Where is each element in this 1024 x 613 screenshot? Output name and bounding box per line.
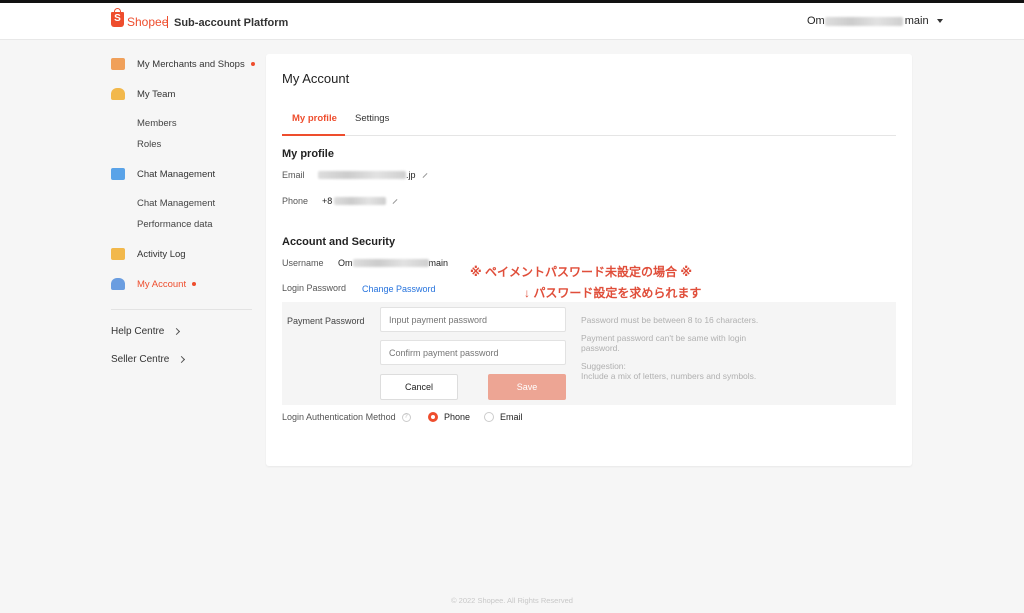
cancel-button[interactable]: Cancel — [380, 374, 458, 400]
auth-radio-phone[interactable]: Phone — [428, 412, 470, 422]
phone-label: Phone — [282, 196, 309, 206]
sidebar-sub-performance[interactable]: Performance data — [137, 219, 213, 230]
shopee-logo-icon[interactable]: S — [111, 8, 124, 27]
payment-password-panel: Payment Password Cancel Save Password mu… — [282, 302, 896, 405]
sidebar-item-label: Chat Management — [137, 168, 216, 180]
notification-dot — [250, 62, 255, 66]
edit-email-icon[interactable] — [422, 172, 427, 178]
active-tab-underline — [282, 134, 345, 136]
sidebar: My Merchants and Shops My Team Members R… — [0, 40, 260, 600]
seller-centre-label: Seller Centre — [111, 354, 170, 365]
user-name-suffix: main — [904, 15, 929, 27]
footer-copyright: © 2022 Shopee. All Rights Reserved — [451, 596, 573, 605]
header-bar: S Shopee Sub-account Platform Om main — [0, 3, 1024, 40]
user-menu[interactable]: Om main — [807, 15, 943, 27]
redacted-email — [318, 171, 406, 179]
edit-phone-icon[interactable] — [392, 198, 398, 204]
username-suffix: main — [428, 258, 449, 268]
tab-my-profile[interactable]: My profile — [292, 113, 337, 124]
chevron-right-icon — [178, 355, 186, 364]
log-icon — [111, 248, 125, 260]
tab-settings[interactable]: Settings — [355, 113, 389, 124]
phone-prefix: +8 — [322, 196, 333, 206]
annotation-line-2: ↓ パスワード設定を求められます — [524, 286, 702, 300]
platform-title: Sub-account Platform — [174, 17, 289, 29]
save-button[interactable]: Save — [488, 374, 566, 400]
account-card: My Account My profile Settings My profil… — [266, 54, 912, 466]
username-value: Om main — [338, 258, 448, 268]
auth-method-text: Login Authentication Method — [282, 412, 396, 422]
annotation-line-1: ※ ペイメントパスワード未設定の場合 ※ — [470, 265, 693, 279]
radio-unselected-icon[interactable] — [484, 412, 494, 422]
question-icon[interactable]: ? — [401, 412, 411, 422]
chevron-right-icon — [173, 327, 181, 336]
sidebar-item-chat[interactable]: Chat Management — [111, 168, 215, 180]
sidebar-item-activity-log[interactable]: Activity Log — [111, 248, 186, 260]
hint-suggestion-title: Suggestion: — [581, 361, 626, 371]
security-section-title: Account and Security — [282, 236, 396, 248]
sidebar-item-label: My Merchants and Shops — [137, 58, 245, 70]
redacted-username — [352, 259, 429, 267]
confirm-payment-password-input[interactable] — [380, 340, 566, 365]
sidebar-item-team[interactable]: My Team — [111, 88, 175, 100]
auth-radio-email[interactable]: Email — [484, 412, 523, 422]
email-suffix: .jp — [406, 170, 416, 180]
hint-length: Password must be between 8 to 16 charact… — [581, 315, 759, 325]
username-label: Username — [282, 258, 324, 268]
auth-option-label: Email — [500, 412, 523, 422]
shop-icon — [111, 58, 125, 70]
email-label: Email — [282, 170, 305, 180]
auth-option-label: Phone — [444, 412, 471, 422]
user-name-prefix: Om — [807, 15, 825, 27]
chat-icon — [111, 168, 125, 180]
account-icon — [111, 278, 125, 290]
sidebar-sub-roles[interactable]: Roles — [137, 139, 161, 150]
hint-suggestion: Include a mix of letters, numbers and sy… — [581, 371, 757, 381]
payment-password-label: Payment Password — [287, 316, 365, 326]
login-password-label: Login Password — [282, 283, 347, 293]
phone-value: +8 — [322, 196, 398, 206]
sidebar-item-label: My Team — [137, 88, 176, 100]
sidebar-item-my-account[interactable]: My Account — [111, 278, 197, 290]
help-centre-link[interactable]: Help Centre — [111, 326, 181, 337]
radio-selected-icon[interactable] — [428, 412, 438, 422]
change-password-link[interactable]: Change Password — [362, 284, 436, 294]
caret-down-icon[interactable] — [936, 19, 943, 23]
sidebar-sub-chat-management[interactable]: Chat Management — [137, 198, 215, 209]
sidebar-divider — [111, 309, 252, 310]
sidebar-item-label: Activity Log — [137, 248, 186, 260]
sidebar-item-merchants[interactable]: My Merchants and Shops — [111, 58, 255, 70]
email-value: .jp — [318, 170, 428, 180]
brand-name[interactable]: Shopee — [127, 15, 168, 29]
payment-password-input[interactable] — [380, 307, 566, 332]
tab-bar: My profile Settings — [282, 106, 896, 136]
help-centre-label: Help Centre — [111, 326, 165, 337]
redacted-phone — [334, 197, 387, 205]
sidebar-item-label: My Account — [137, 278, 187, 290]
sidebar-sub-members[interactable]: Members — [137, 118, 177, 129]
notification-dot — [192, 282, 197, 286]
team-icon — [111, 88, 125, 100]
page-title: My Account — [282, 71, 350, 86]
seller-centre-link[interactable]: Seller Centre — [111, 354, 186, 365]
redacted-user-name — [824, 16, 903, 26]
profile-section-title: My profile — [282, 148, 334, 160]
username-prefix: Om — [338, 258, 353, 268]
hint-not-same: Payment password can't be same with logi… — [581, 333, 747, 353]
auth-method-label: Login Authentication Method ? — [282, 412, 411, 422]
brand-divider — [167, 16, 168, 28]
